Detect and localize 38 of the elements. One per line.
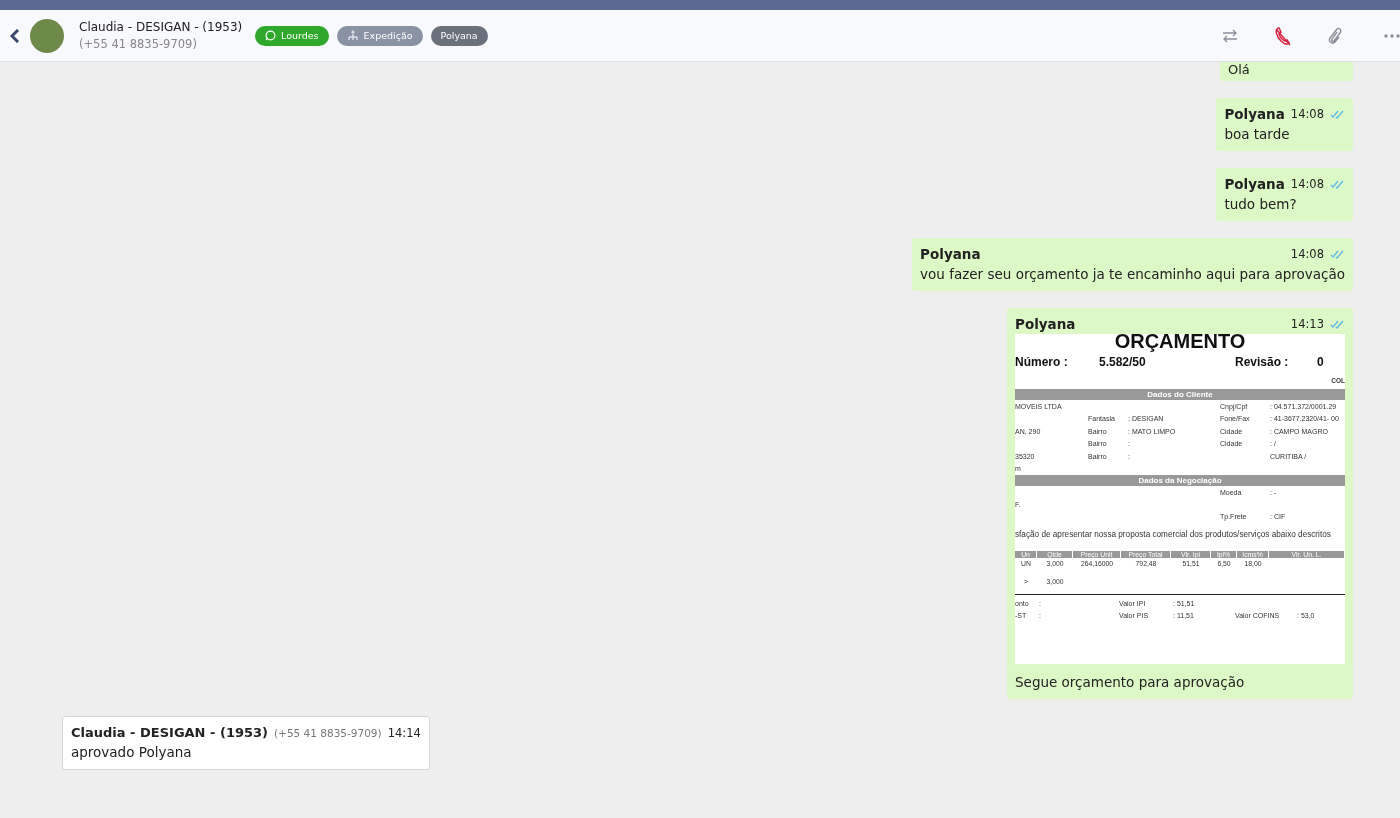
doc-value: 5.582/50 (1099, 355, 1147, 369)
message-text: Segue orçamento para aprovação (1015, 674, 1246, 690)
more-icon[interactable] (1384, 33, 1400, 38)
message-time: 14:08 (1290, 177, 1324, 191)
sender-name: Polyana (1224, 176, 1285, 192)
avatar-photo-placeholder (30, 18, 64, 53)
phone-off-icon[interactable] (1274, 25, 1292, 46)
doc-section-header: Dados da Negociação (1015, 475, 1345, 486)
tag-badge[interactable]: Lourdes (255, 25, 329, 46)
swap-arrows-icon[interactable] (1222, 28, 1238, 43)
contact-phone: (+55 41 8835-9709) (79, 37, 198, 51)
doc-value: 0 (1317, 355, 1324, 369)
document-preview[interactable] (1015, 334, 1345, 664)
sender-name: Polyana (1015, 316, 1076, 332)
back-icon[interactable] (10, 28, 20, 43)
message-time: 14:13 (1290, 317, 1324, 331)
tag-badge[interactable]: Polyana (430, 25, 488, 46)
sender-phone: (+55 41 8835-9709) (274, 726, 382, 739)
hierarchy-icon (346, 30, 359, 41)
message-text: tudo bem? (1224, 196, 1298, 212)
contact-name: Claudia - DESIGAN - (1953) (79, 20, 244, 34)
message-text: boa tarde (1224, 126, 1291, 142)
chat-bubble-icon (265, 30, 276, 41)
message-text: vou fazer seu orçamento ja te encaminho aqui para aprovação (920, 266, 1345, 282)
message-time: 14:14 (387, 725, 421, 740)
message-time: 14:08 (1290, 247, 1324, 261)
sender-name: Claudia - DESIGAN - (1953) (71, 725, 268, 740)
tag-badge[interactable]: Expedição (336, 25, 423, 46)
doc-label: Revisão : (1235, 355, 1290, 369)
sender-name: Polyana (1224, 106, 1285, 122)
message-time: 14:08 (1290, 107, 1324, 121)
message-text: aprovado Polyana (71, 744, 193, 760)
message-text: Olá (1228, 63, 1251, 76)
doc-section-header: Dados do Cliente (1015, 389, 1345, 400)
sender-name: Polyana (920, 246, 981, 262)
doc-text: sfação de apresentar nossa proposta comercial dos produtos/serviços abaixo descritos (1015, 530, 1332, 539)
paperclip-icon[interactable] (1328, 26, 1342, 45)
doc-label: Número : (1015, 355, 1069, 369)
